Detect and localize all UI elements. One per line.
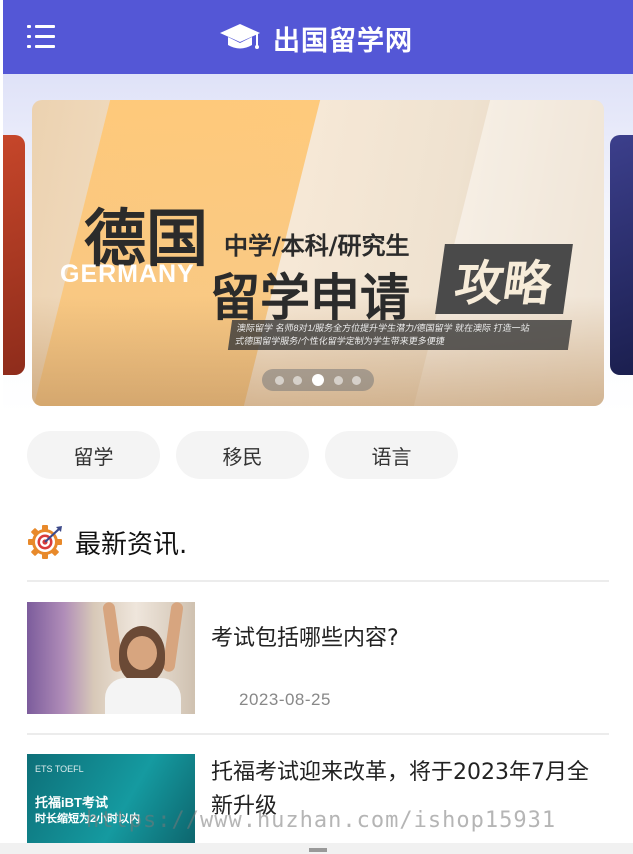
carousel-pagination — [262, 369, 374, 391]
news-item[interactable]: 考试包括哪些内容? 2023-08-25 — [27, 602, 609, 716]
carousel-prev-slide[interactable] — [3, 135, 25, 375]
category-language[interactable]: 语言 — [325, 431, 458, 479]
category-tabs: 留学 移民 语言 — [27, 431, 458, 479]
watermark: https://www.huzhan.com/ishop15931 — [86, 808, 557, 833]
carousel-dot[interactable] — [293, 375, 303, 385]
banner-levels: 中学/本科/研究生 — [224, 232, 410, 260]
category-immigration[interactable]: 移民 — [176, 431, 309, 479]
scroll-handle-icon[interactable] — [309, 848, 327, 852]
news-thumbnail[interactable] — [27, 602, 195, 714]
menu-icon[interactable] — [27, 25, 57, 51]
news-title[interactable]: 考试包括哪些内容? — [211, 622, 601, 656]
category-study-abroad[interactable]: 留学 — [27, 431, 160, 479]
divider — [27, 580, 609, 582]
banner-description: 澳际留学 名师8对1/服务全方位提升学生潜力/德国留学 就在澳际 打造一站 式德… — [227, 320, 573, 350]
banner-title-germany-en: GERMANY — [60, 260, 195, 288]
section-title: 最新资讯. — [75, 529, 188, 560]
graduation-cap-icon — [220, 24, 260, 49]
site-brand[interactable]: 出国留学网 — [219, 20, 413, 57]
news-thumbnail[interactable]: ETS TOEFL 托福iBT考试 时长缩短为2小时以内 — [27, 754, 195, 854]
carousel-dot[interactable] — [274, 375, 284, 385]
gear-target-icon — [28, 525, 62, 559]
app-header: 出国留学网 — [3, 0, 633, 74]
carousel-dot[interactable] — [352, 375, 362, 385]
site-title: 出国留学网 — [273, 25, 413, 57]
latest-news-header: 最新资讯. — [27, 520, 187, 564]
carousel-dot[interactable] — [333, 375, 343, 385]
carousel-next-slide[interactable] — [610, 135, 633, 375]
news-date: 2023-08-25 — [239, 690, 331, 709]
banner-guide: 攻略 — [435, 244, 573, 314]
carousel-banner[interactable]: 德国 GERMANY 中学/本科/研究生 留学申请 攻略 澳际留学 名师8对1/… — [32, 100, 604, 406]
divider — [27, 733, 609, 735]
carousel-dot-active[interactable] — [311, 374, 324, 386]
